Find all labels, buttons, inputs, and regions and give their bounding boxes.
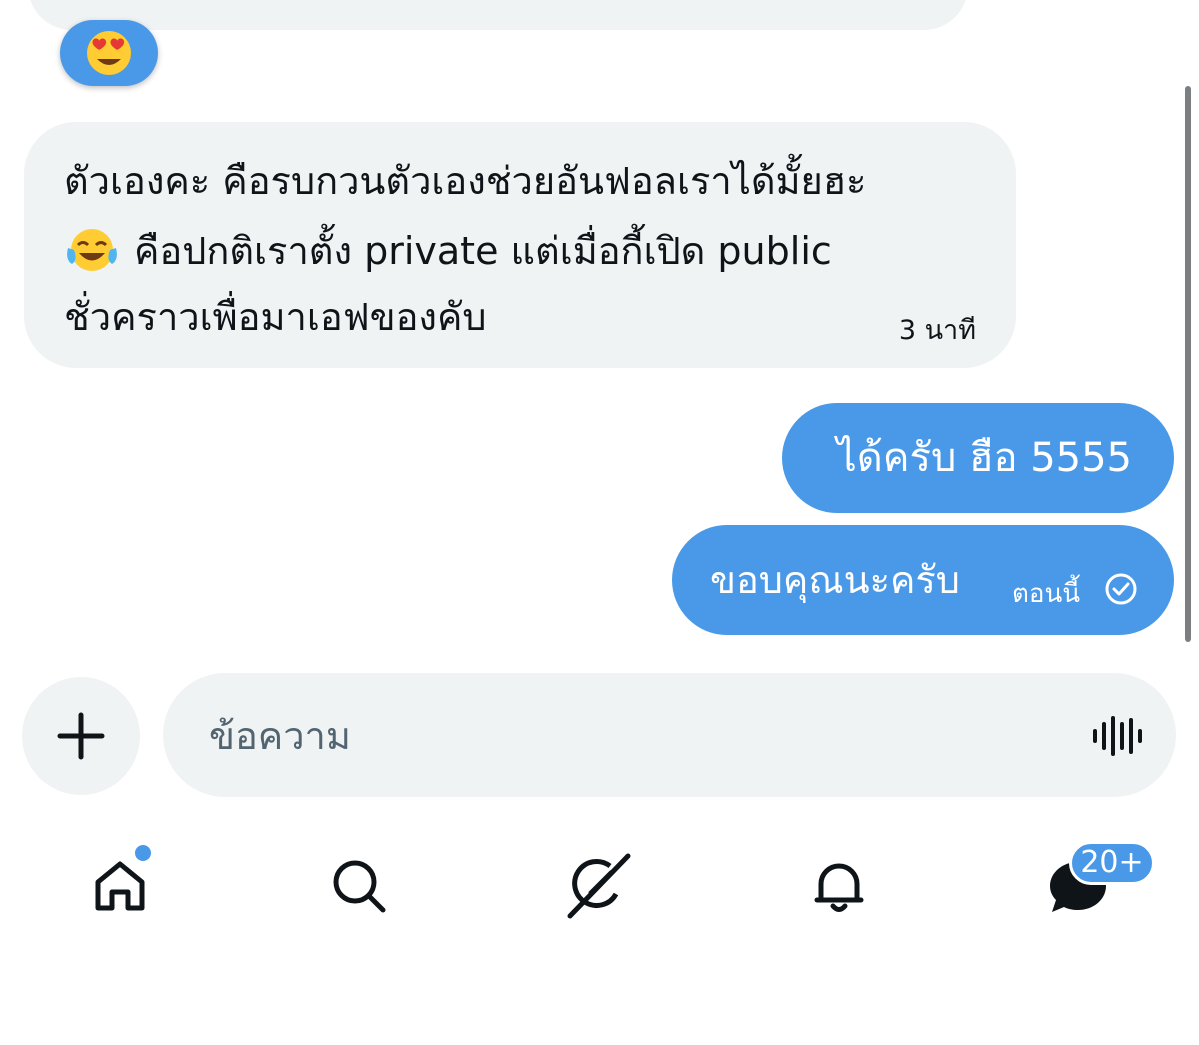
home-notification-dot	[133, 843, 153, 863]
messages-count-badge: 20+	[1069, 841, 1155, 885]
outgoing-message-bubble[interactable]: ขอบคุณนะครับ ตอนนี้	[672, 525, 1174, 635]
message-reaction[interactable]	[60, 20, 158, 86]
message-timestamp: ตอนนี้	[1012, 579, 1081, 609]
home-icon	[95, 861, 145, 911]
nav-search[interactable]	[319, 846, 399, 926]
previous-message-bubble	[28, 0, 968, 30]
grok-icon	[567, 853, 631, 919]
incoming-message-bubble[interactable]: ตัวเองคะ คือรบกวนตัวเองช่วยอันฟอลเราได้ม…	[24, 122, 1016, 368]
tears-of-joy-emoji-icon	[67, 229, 117, 271]
message-text: ขอบคุณนะครับ	[710, 558, 960, 602]
message-text: คือปกติเราตั้ง private แต่เมื่อกี้เปิด p…	[134, 229, 832, 273]
bell-icon	[814, 863, 864, 912]
read-check-icon	[1105, 573, 1137, 605]
voice-waveform-icon[interactable]	[1091, 716, 1145, 756]
message-composer[interactable]	[163, 673, 1176, 797]
nav-notifications[interactable]	[799, 846, 879, 926]
search-icon	[333, 860, 386, 913]
nav-grok[interactable]	[558, 846, 638, 926]
plus-icon	[57, 712, 105, 760]
scrollbar[interactable]	[1185, 86, 1191, 642]
heart-eyes-emoji-icon	[87, 31, 131, 75]
message-text: ได้ครับ ฮือ 5555	[836, 435, 1132, 481]
message-timestamp: 3 นาที	[898, 315, 976, 346]
message-text-line: ชั่วคราวเพื่อมาเอฟของคับ	[64, 295, 487, 339]
message-text-line: คือปกติเราตั้ง private แต่เมื่อกี้เปิด p…	[64, 226, 832, 276]
message-text-line: ตัวเองคะ คือรบกวนตัวเองช่วยอันฟอลเราได้ม…	[64, 159, 867, 203]
outgoing-message-bubble[interactable]: ได้ครับ ฮือ 5555	[782, 403, 1174, 513]
message-input[interactable]	[207, 707, 1031, 765]
add-media-button[interactable]	[22, 677, 140, 795]
